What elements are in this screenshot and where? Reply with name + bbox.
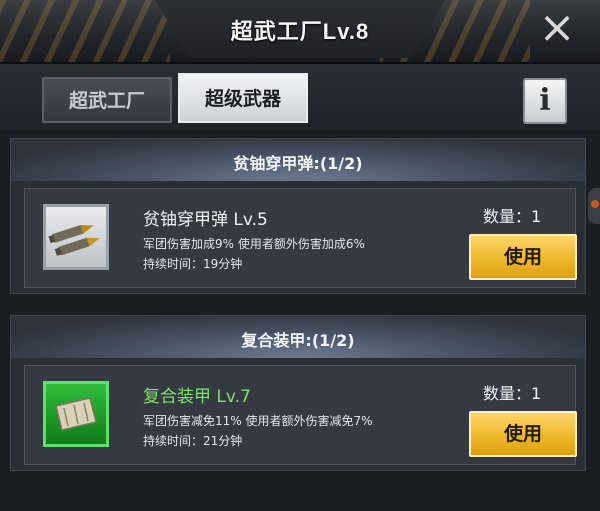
section-title: 贫铀穿甲弹:(1/2) — [233, 154, 363, 173]
section-header: 复合装甲:(1/2) — [11, 316, 585, 358]
section-header: 贫铀穿甲弹:(1/2) — [11, 139, 585, 181]
item-effect-text: 军团伤害加成9% 使用者额外伤害加成6% — [143, 237, 365, 251]
item-card: 贫铀穿甲弹 Lv.5 军团伤害加成9% 使用者额外伤害加成6% 持续时间：19分… — [24, 188, 577, 288]
info-icon[interactable]: i — [523, 78, 567, 124]
tab-super-weapons[interactable]: 超级武器 — [178, 73, 308, 123]
item-quantity: 数量：1 — [483, 207, 542, 226]
section-composite-armor: 复合装甲:(1/2) 复合装甲 Lv.7 军团伤害减免11% 使用者额外伤害减免… — [10, 315, 586, 471]
tab-super-weapon-factory[interactable]: 超武工厂 — [42, 77, 172, 123]
composite-armor-icon — [43, 381, 109, 447]
tab-bar: 超武工厂 超级武器 i — [0, 64, 600, 130]
use-button[interactable]: 使用 — [469, 411, 577, 457]
section-depleted-uranium: 贫铀穿甲弹:(1/2) 贫铀穿甲弹 Lv.5 军团伤害加成9% 使用者额外伤害加… — [10, 138, 586, 294]
close-icon[interactable]: × — [536, 6, 578, 50]
page-title: 超武工厂Lv.8 — [230, 19, 370, 44]
header-stripes-left — [0, 0, 170, 62]
item-duration-text: 持续时间：19分钟 — [143, 257, 243, 271]
side-drawer-handle[interactable] — [588, 188, 600, 224]
header-bar: 超武工厂Lv.8 × — [0, 0, 600, 64]
section-title: 复合装甲:(1/2) — [241, 331, 355, 350]
item-effect-text: 军团伤害减免11% 使用者额外伤害减免7% — [143, 414, 373, 428]
notification-dot-icon — [591, 200, 599, 208]
depleted-uranium-shells-icon — [43, 204, 109, 270]
item-card: 复合装甲 Lv.7 军团伤害减免11% 使用者额外伤害减免7% 持续时间：21分… — [24, 365, 577, 465]
item-name: 贫铀穿甲弹 Lv.5 — [143, 210, 268, 230]
item-duration-text: 持续时间：21分钟 — [143, 434, 243, 448]
use-button[interactable]: 使用 — [469, 234, 577, 280]
item-name: 复合装甲 Lv.7 — [143, 387, 251, 407]
item-quantity: 数量：1 — [483, 384, 542, 403]
